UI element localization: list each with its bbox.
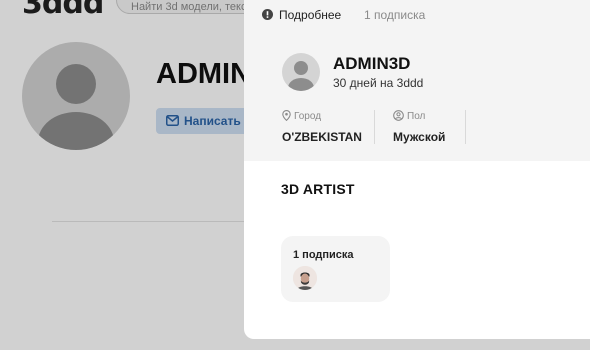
subscriptions-title: 1 подписка (293, 249, 354, 261)
gender-label-row: Пол (393, 110, 445, 122)
avatar-icon (293, 266, 317, 290)
city-label: Город (294, 111, 322, 122)
avatar-icon (288, 61, 314, 91)
info-icon (262, 9, 273, 20)
tab-subscriptions[interactable]: 1 подписка (364, 8, 425, 22)
subscriptions-card[interactable]: 1 подписка (281, 236, 390, 302)
user-circle-icon (393, 110, 404, 121)
location-pin-icon (282, 110, 291, 121)
gender-field: Пол Мужской (393, 110, 445, 144)
profile-name: ADMIN3D (333, 54, 411, 73)
profile-details-panel: Подробнее 1 подписка ADMIN3D 30 дней на … (244, 0, 590, 339)
city-value: O'ZBEKISTAN (282, 130, 362, 144)
profile-bio: 3D ARTIST (281, 181, 355, 197)
divider (465, 110, 466, 144)
city-field: Город O'ZBEKISTAN (282, 110, 362, 144)
tab-details[interactable]: Подробнее (262, 8, 341, 22)
panel-header: Подробнее 1 подписка ADMIN3D 30 дней на … (244, 0, 590, 161)
avatar (282, 53, 320, 91)
subscription-avatar[interactable] (293, 266, 317, 290)
tab-details-label: Подробнее (279, 8, 342, 22)
gender-label: Пол (407, 111, 426, 122)
member-since: 30 дней на 3ddd (333, 76, 424, 90)
divider (374, 110, 375, 144)
city-label-row: Город (282, 110, 362, 122)
gender-value: Мужской (393, 130, 446, 144)
